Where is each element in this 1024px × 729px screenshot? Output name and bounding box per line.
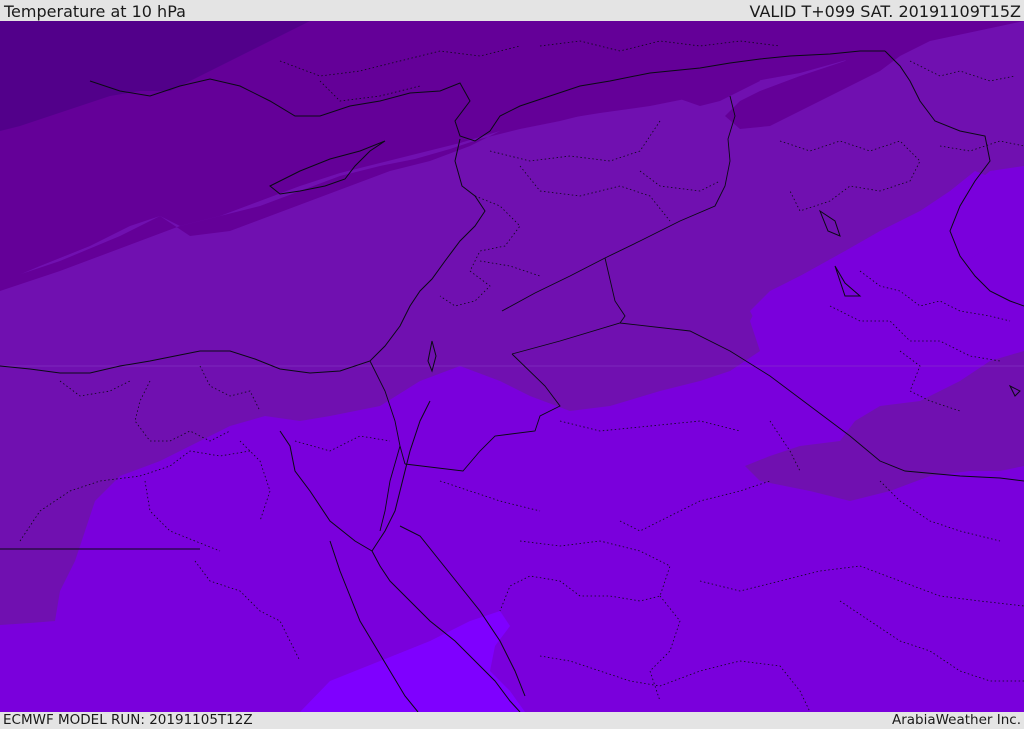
valid-time: VALID T+099 SAT. 20191109T15Z <box>749 2 1021 21</box>
model-run: ECMWF MODEL RUN: 20191105T12Z <box>3 712 253 728</box>
map-footer: ECMWF MODEL RUN: 20191105T12Z ArabiaWeat… <box>0 712 1024 729</box>
credit-label: ArabiaWeather Inc. <box>891 712 1021 728</box>
map-svg <box>0 21 1024 712</box>
map-header: Temperature at 10 hPa VALID T+099 SAT. 2… <box>0 0 1024 21</box>
weather-map[interactable] <box>0 21 1024 712</box>
map-title: Temperature at 10 hPa <box>4 2 186 21</box>
